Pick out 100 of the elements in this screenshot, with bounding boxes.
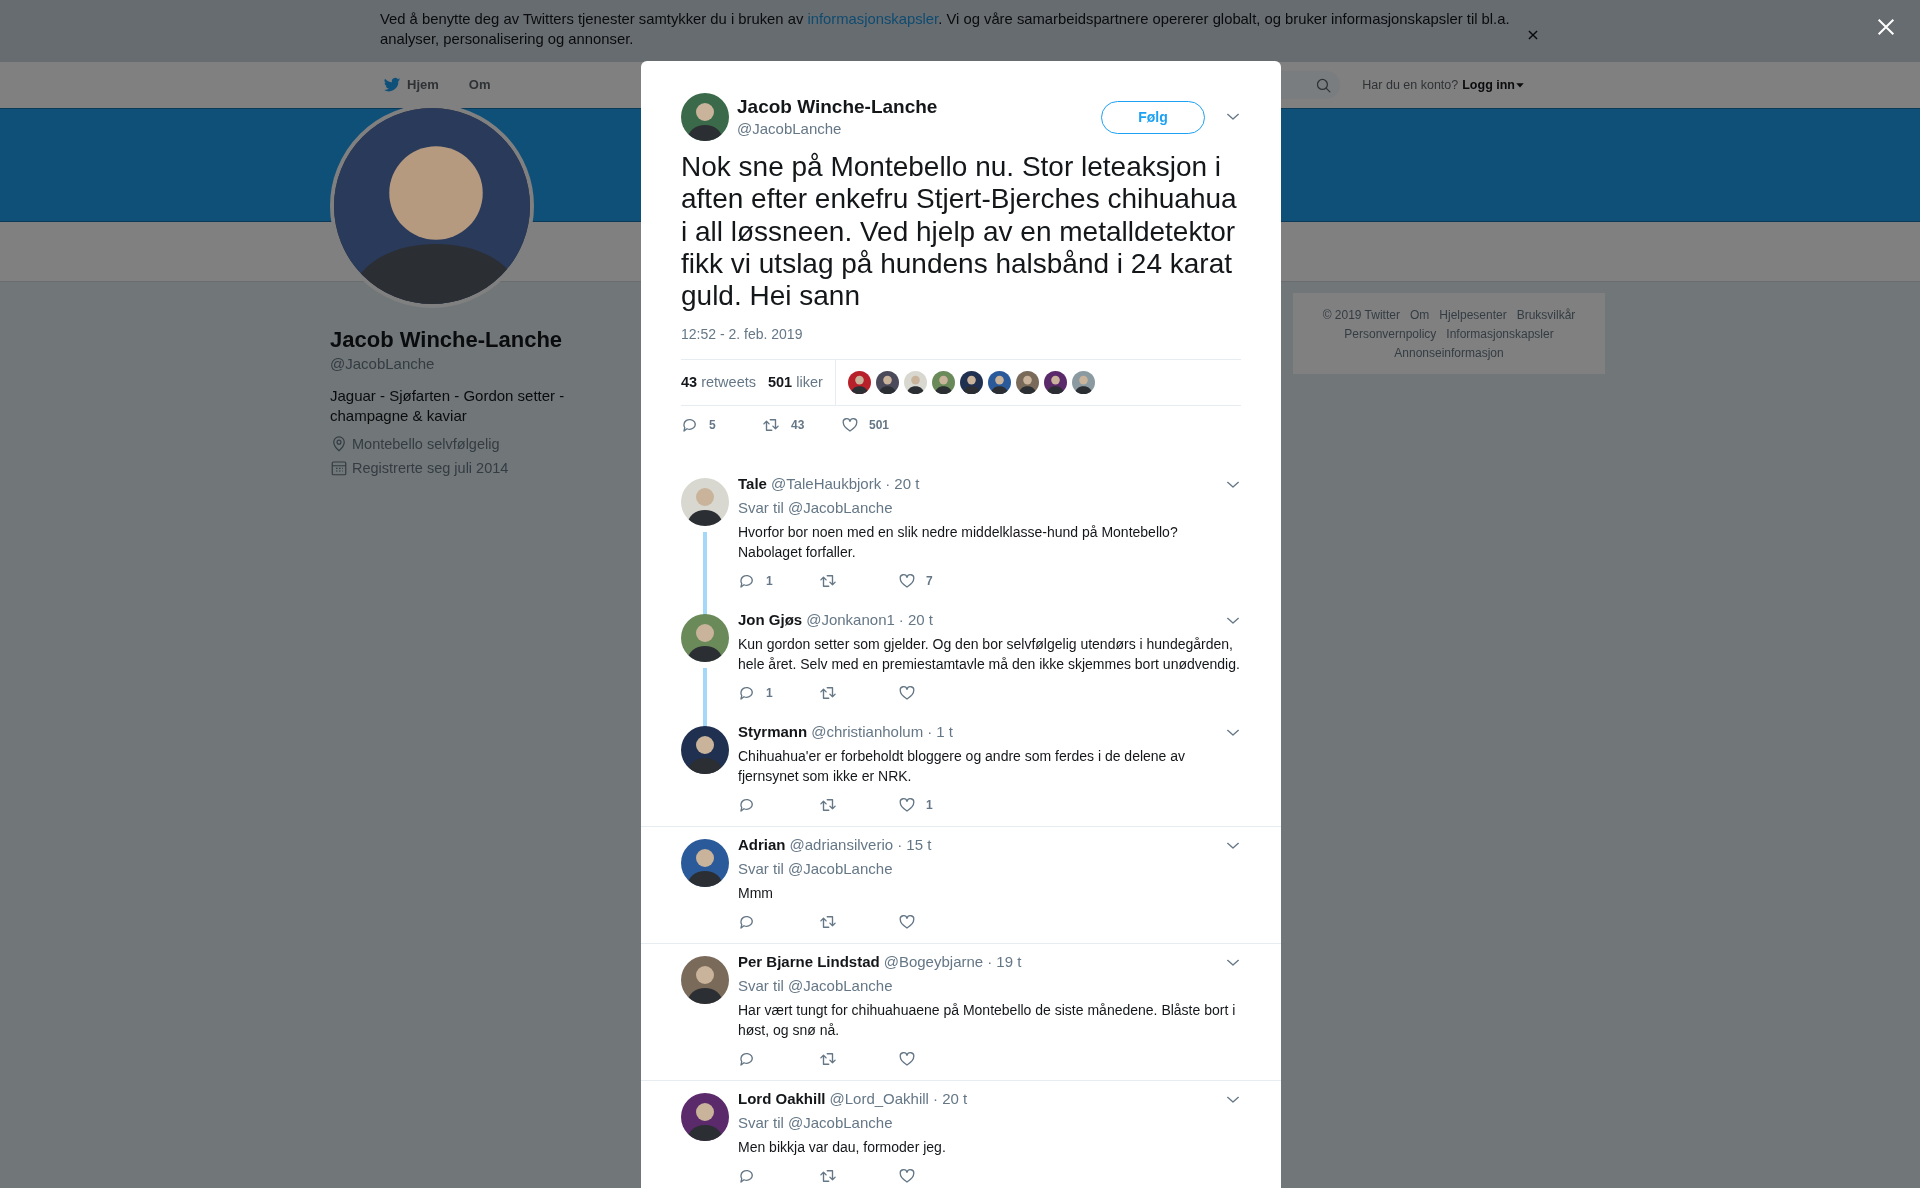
reply-time: · 15 t — [897, 835, 932, 856]
login-link[interactable]: Logg inn — [1462, 75, 1525, 95]
avatar[interactable] — [681, 839, 729, 888]
avatar[interactable] — [987, 371, 1011, 395]
avatar[interactable] — [931, 371, 955, 395]
retweet-button[interactable] — [818, 913, 838, 931]
avatar[interactable] — [681, 1093, 729, 1142]
reply-to-text: Svar til @JacobLanche — [738, 498, 894, 519]
reply-text: Hvorfor bor noen med en slik nedre middelklasse-hund på Montebello? Nabolaget forfaller. — [738, 523, 1179, 563]
avatar[interactable] — [681, 614, 729, 663]
heart-icon — [898, 913, 916, 931]
like-button[interactable]: 501 — [841, 416, 890, 434]
reply-button[interactable]: 5 — [681, 416, 716, 434]
reply-to-text: Svar til @JacobLanche — [738, 976, 894, 997]
reply-author-name[interactable]: Per Bjarne Lindstad — [738, 952, 880, 973]
footer-link[interactable]: Personvernpolicy — [1344, 325, 1437, 343]
retweet-icon — [818, 572, 838, 590]
reply-button[interactable] — [738, 913, 756, 931]
reply-text: Men bikkja var dau, formoder jeg. — [738, 1138, 947, 1158]
reply-author-handle[interactable]: @adriansilverio — [789, 835, 894, 856]
profile-location: Montebello selvfølgelig — [352, 435, 500, 454]
heart-icon — [841, 416, 859, 434]
reply-author-name[interactable]: Styrmann — [738, 722, 808, 743]
reply-text: Mmm — [738, 884, 774, 904]
like-button[interactable] — [898, 684, 916, 702]
author-handle[interactable]: @JacobLanche — [737, 119, 1101, 139]
reply-button[interactable] — [738, 1050, 756, 1068]
retweet-icon — [818, 1167, 838, 1185]
reply-icon — [681, 416, 699, 434]
reply-author-name[interactable]: Adrian — [738, 835, 786, 856]
reply-time: · 20 t — [898, 610, 933, 631]
reply-author-name[interactable]: Tale — [738, 474, 767, 495]
profile-name: Jacob Winche-Lanche — [330, 326, 564, 354]
reply-text: Kun gordon setter som gjelder. Og den bor selvfølgelig utendørs i hundegården, hele året. Selv med en premiestamtavle må den ikke skjemmes bort unødvendig. — [738, 635, 1241, 675]
reply-icon — [738, 1050, 756, 1068]
reply-author-handle[interactable]: @christianholum — [811, 722, 924, 743]
retweet-button[interactable] — [818, 572, 838, 590]
footer-link[interactable]: Om — [1409, 306, 1430, 324]
avatar[interactable] — [1043, 371, 1067, 395]
avatar[interactable] — [875, 371, 899, 395]
like-button[interactable] — [898, 913, 916, 931]
mention-link[interactable]: @JacobLanche — [788, 977, 893, 995]
cookie-notice: Ved å benytte deg av Twitters tjenester samtykker du i bruken av informasjonskapsler. Vi og våre samarbeidspartnere opererer globalt, og bruker informasjonskapsler til bl.a. analyser, personalisering og annonser. — [380, 10, 1511, 49]
footer-link[interactable]: Annonseinformasjon — [1394, 344, 1504, 362]
search-field[interactable] — [1280, 71, 1341, 99]
reply-author-handle[interactable]: @TaleHaukbjork — [770, 474, 882, 495]
retweet-button[interactable]: 43 — [761, 416, 805, 434]
footer-link[interactable]: Hjelpesenter — [1439, 306, 1507, 324]
footer-link[interactable]: Informasjonskapsler — [1446, 325, 1554, 343]
avatar[interactable] — [903, 371, 927, 395]
reply-time: · 20 t — [885, 474, 920, 495]
retweet-button[interactable] — [818, 796, 838, 814]
avatar[interactable] — [847, 371, 871, 395]
profile-bio: Jaguar - Sjøfarten - Gordon setter - champagne & kaviar — [330, 386, 566, 426]
location-pin-icon — [330, 435, 348, 453]
avatar[interactable] — [681, 956, 729, 1005]
tweet-timestamp: 12:52 - 2. feb. 2019 — [681, 325, 804, 345]
retweet-icon — [818, 684, 838, 702]
like-button[interactable] — [898, 1050, 916, 1068]
nav-link[interactable]: Om — [468, 75, 491, 95]
like-button[interactable]: 1 — [898, 796, 933, 814]
reply-button[interactable]: 1 — [738, 684, 773, 702]
avatar[interactable] — [681, 478, 729, 527]
retweet-icon — [818, 913, 838, 931]
avatar[interactable] — [1071, 371, 1095, 395]
reply-button[interactable] — [738, 1167, 756, 1185]
mention-link[interactable]: @JacobLanche — [788, 860, 893, 878]
retweet-icon — [818, 1050, 838, 1068]
retweet-button[interactable] — [818, 1167, 838, 1185]
caret-icon — [1515, 80, 1525, 90]
reply-author-name[interactable]: Jon Gjøs — [738, 610, 803, 631]
reply-icon — [738, 1167, 756, 1185]
reply-text: Har vært tungt for chihuahuaene på Montebello de siste månedene. Blåste bort i høst, og snø nå. — [738, 1001, 1237, 1041]
like-button[interactable] — [898, 1167, 916, 1185]
copyright-text: © 2019 Twitter — [1322, 307, 1400, 324]
nav-link[interactable]: Hjem — [381, 75, 439, 95]
avatar[interactable] — [681, 726, 729, 775]
avatar[interactable] — [681, 93, 729, 141]
reply-author-handle[interactable]: @Jonkanon1 — [806, 610, 895, 631]
mention-link[interactable]: @JacobLanche — [788, 499, 893, 517]
reply-author-handle[interactable]: @Lord_Oakhill — [829, 1089, 929, 1110]
retweet-button[interactable] — [818, 1050, 838, 1068]
profile-handle[interactable]: @JacobLanche — [330, 354, 615, 374]
reply-icon — [738, 684, 756, 702]
retweet-count-link[interactable]: 43 retweets — [681, 372, 756, 394]
heart-icon — [898, 572, 916, 590]
retweet-button[interactable] — [818, 684, 838, 702]
avatar[interactable] — [959, 371, 983, 395]
reply-button[interactable] — [738, 796, 756, 814]
like-count-link[interactable]: 501 liker — [768, 372, 823, 394]
follow-button[interactable]: Følg — [1101, 100, 1205, 134]
like-button[interactable]: 7 — [898, 572, 933, 590]
footer-link[interactable]: Bruksvilkår — [1516, 306, 1576, 324]
retweet-icon — [761, 416, 781, 434]
reply-author-handle[interactable]: @Bogeybjarne — [883, 952, 984, 973]
avatar[interactable] — [1015, 371, 1039, 395]
heart-icon — [898, 684, 916, 702]
reply-author-name[interactable]: Lord Oakhill — [738, 1089, 826, 1110]
mention-link[interactable]: @JacobLanche — [788, 1114, 893, 1132]
reply-button[interactable]: 1 — [738, 572, 773, 590]
